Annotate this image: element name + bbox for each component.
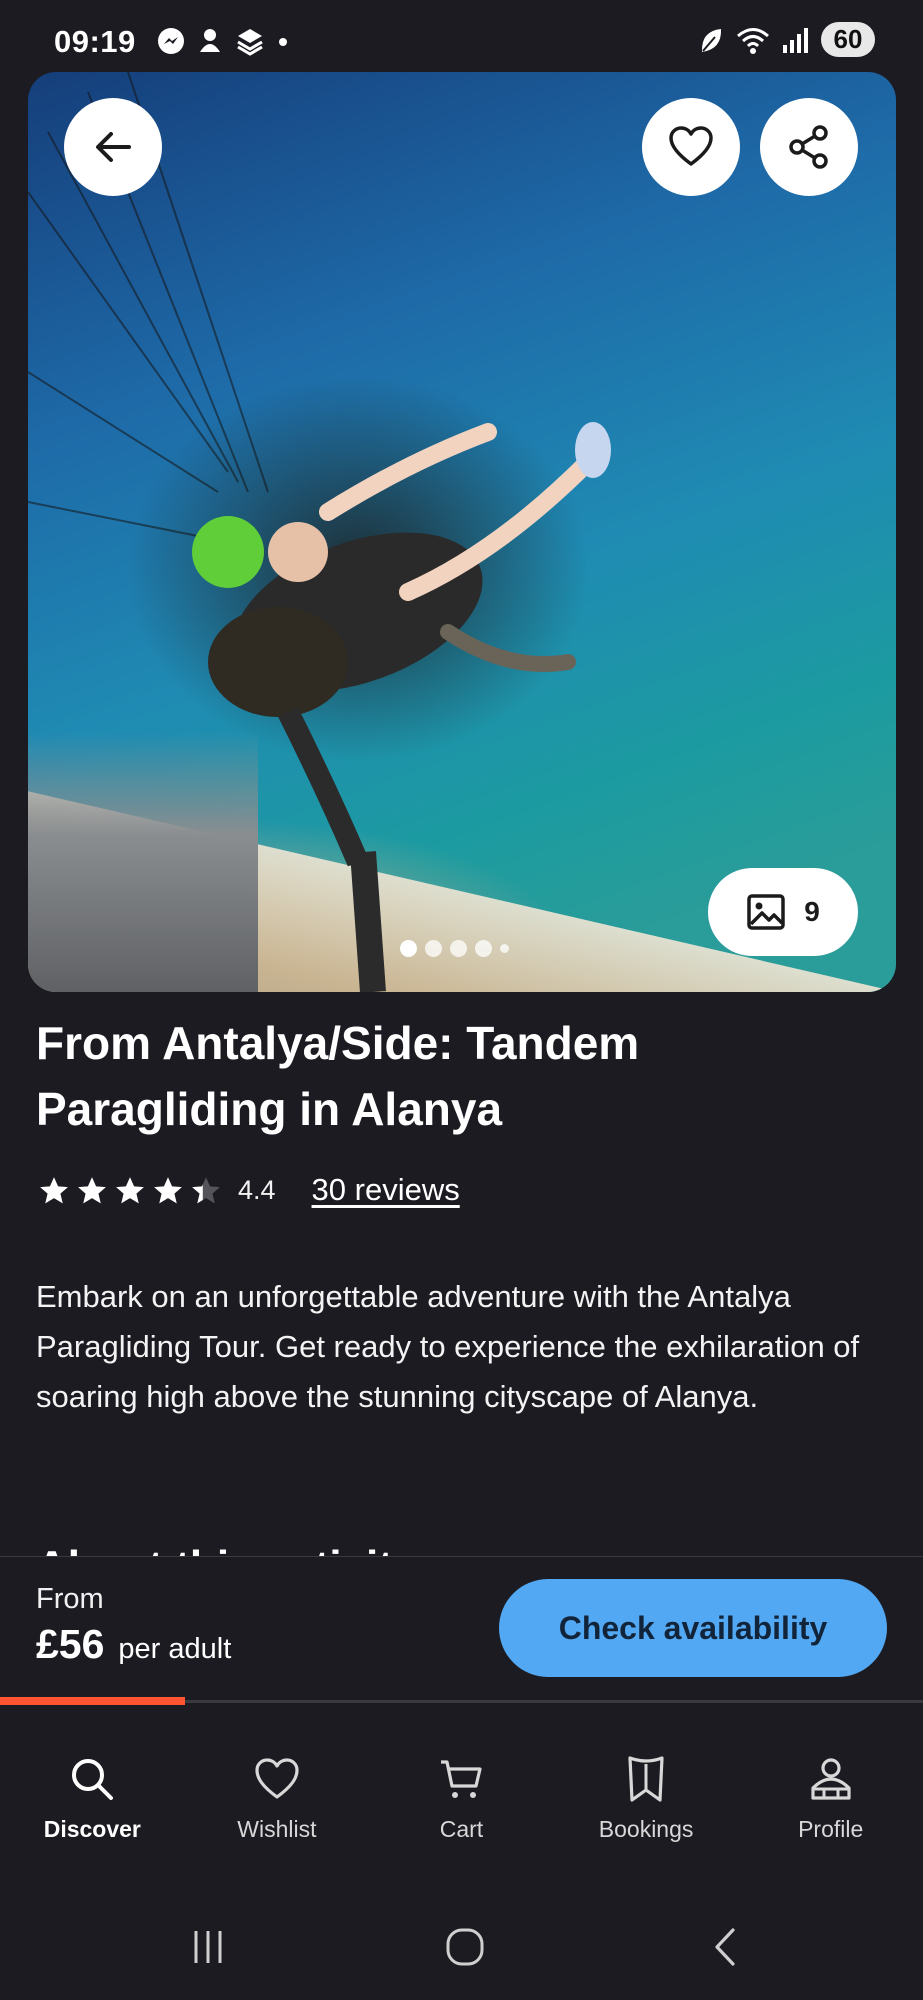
about-section-heading: About this activity <box>36 1536 536 1558</box>
hero-image[interactable]: 9 <box>28 72 896 992</box>
profile-icon <box>811 1758 851 1800</box>
signal-icon <box>783 27 808 53</box>
star-icon <box>116 1177 144 1204</box>
recent-apps-icon <box>194 1931 222 1963</box>
rating-row: 4.4 30 reviews <box>38 1172 460 1208</box>
messenger-icon <box>158 28 184 54</box>
status-time: 09:19 <box>54 24 136 59</box>
nav-label: Wishlist <box>237 1816 317 1842</box>
system-nav-bar <box>0 1912 923 1982</box>
check-availability-button[interactable]: Check availability <box>499 1579 887 1677</box>
activity-title: From Antalya/Side: Tandem Paragliding in… <box>36 1017 640 1135</box>
price: £56 <box>36 1621 105 1667</box>
recent-apps-button[interactable] <box>168 1912 248 1982</box>
nav-label: Cart <box>439 1816 484 1842</box>
star-icon <box>78 1177 106 1204</box>
activity-description: Embark on an unforgettable adventure wit… <box>36 1279 860 1414</box>
battery-indicator: 60 <box>821 22 875 57</box>
nav-bookings[interactable]: Bookings <box>554 1704 739 1860</box>
photo-count: 9 <box>804 896 820 927</box>
dot-icon <box>279 38 287 46</box>
heart-icon <box>255 1758 299 1799</box>
search-icon <box>72 1759 114 1800</box>
rating-value: 4.4 <box>238 1174 276 1205</box>
image-icon <box>747 894 785 930</box>
wishlist-button[interactable] <box>642 98 740 196</box>
carousel-dot[interactable] <box>450 940 467 957</box>
home-button[interactable] <box>425 1912 505 1982</box>
share-button[interactable] <box>760 98 858 196</box>
nav-discover[interactable]: Discover <box>0 1704 185 1860</box>
home-icon <box>446 1928 484 1966</box>
nav-label: Bookings <box>598 1816 694 1842</box>
status-bar: 09:19 60 <box>0 0 923 70</box>
star-rating <box>38 1175 222 1205</box>
chevron-left-icon <box>715 1928 735 1966</box>
heart-icon <box>669 126 713 166</box>
wifi-icon <box>737 27 769 54</box>
from-label: From <box>36 1583 104 1615</box>
carousel-dot[interactable] <box>475 940 492 957</box>
leaf-icon <box>701 28 722 52</box>
nav-cart[interactable]: Cart <box>369 1704 554 1860</box>
share-icon <box>789 125 828 169</box>
star-icon <box>40 1177 68 1204</box>
scroll-progress <box>0 1697 923 1705</box>
booking-bar: From £56 per adult Check availability <box>0 1556 923 1702</box>
reviews-link[interactable]: 30 reviews <box>312 1172 460 1208</box>
per-adult-label: per adult <box>118 1633 232 1665</box>
nav-profile[interactable]: Profile <box>738 1704 923 1860</box>
star-icon <box>154 1177 182 1204</box>
arrow-left-icon <box>96 132 131 162</box>
paraglider-illustration <box>28 72 611 992</box>
notification-icon <box>200 29 220 52</box>
star-icon <box>192 1177 220 1204</box>
bottom-nav: Discover Wishlist Cart Bookings Profile <box>0 1704 923 1860</box>
nav-wishlist[interactable]: Wishlist <box>185 1704 370 1860</box>
bookings-icon <box>628 1756 664 1802</box>
back-button[interactable] <box>64 98 162 196</box>
carousel-dot[interactable] <box>400 940 417 957</box>
nav-label: Profile <box>798 1816 864 1842</box>
app-icon <box>237 29 263 56</box>
nav-label: Discover <box>43 1816 141 1842</box>
system-back-button[interactable] <box>685 1912 765 1982</box>
carousel-dot[interactable] <box>500 944 509 953</box>
carousel-dot[interactable] <box>425 940 442 957</box>
cart-icon <box>441 1760 483 1798</box>
carousel-dots[interactable] <box>400 940 509 957</box>
photo-count-button[interactable]: 9 <box>708 868 858 956</box>
price-line: £56 per adult <box>36 1621 231 1668</box>
